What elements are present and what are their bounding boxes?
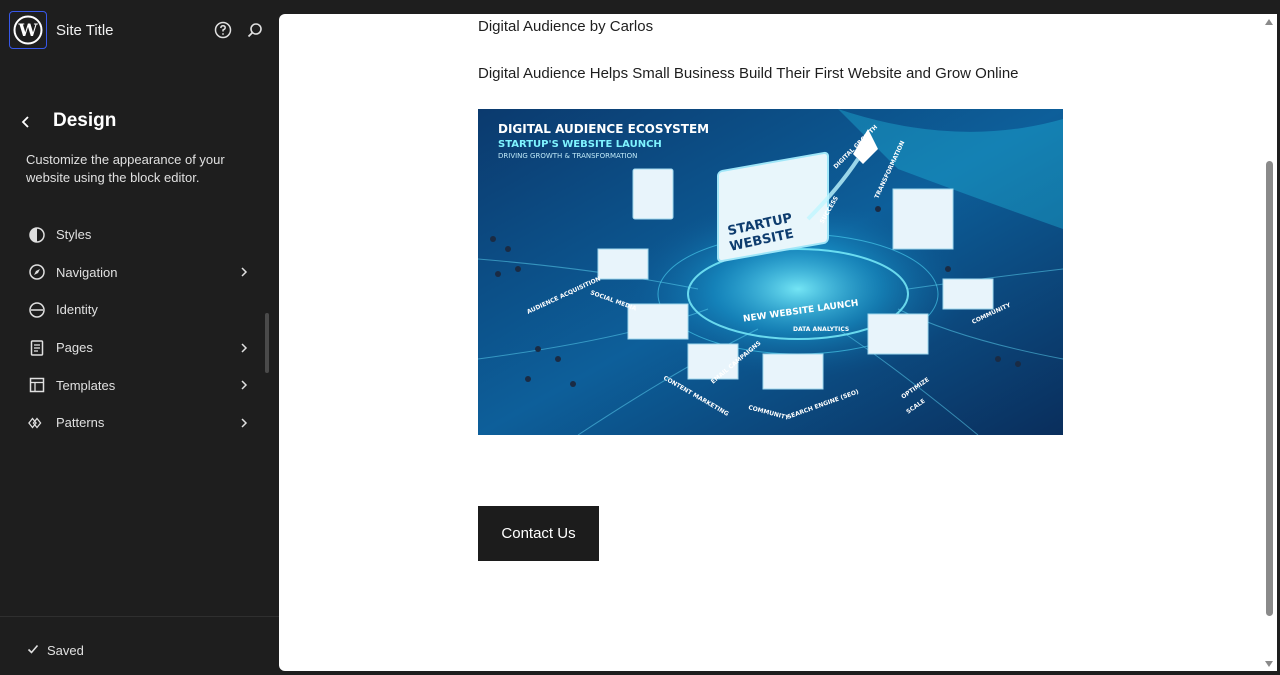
nav-item-templates[interactable]: Templates	[0, 366, 279, 404]
svg-text:DRIVING GROWTH & TRANSFORMATIO: DRIVING GROWTH & TRANSFORMATION	[498, 152, 637, 160]
nav-item-label: Pages	[56, 340, 93, 356]
navigation-icon	[28, 263, 46, 281]
back-button[interactable]	[16, 112, 36, 132]
pages-icon	[28, 339, 46, 357]
patterns-icon	[28, 414, 46, 432]
panel-title: Design	[53, 110, 117, 131]
scroll-down-icon[interactable]	[1265, 661, 1273, 667]
design-nav-list: Styles Navigation Identity Pages Templat…	[0, 216, 279, 442]
canvas-scrollbar[interactable]	[1262, 14, 1277, 671]
hero-image[interactable]: STARTUP WEBSITE NEW WEBSITE LAUNCH DIGIT…	[478, 109, 1063, 435]
tagline-paragraph[interactable]: Digital Audience Helps Small Business Bu…	[478, 65, 1019, 82]
panel-description: Customize the appearance of your website…	[26, 152, 225, 185]
identity-icon	[28, 301, 46, 319]
byline-paragraph[interactable]: Digital Audience by Carlos	[478, 18, 653, 35]
sidebar: W Site Title Design Customize the appear…	[0, 0, 279, 675]
nav-item-label: Navigation	[56, 264, 118, 280]
wordpress-logo-icon[interactable]: W	[9, 11, 47, 49]
check-icon	[27, 643, 39, 658]
svg-text:DATA ANALYTICS: DATA ANALYTICS	[793, 326, 849, 333]
sidebar-scrollbar[interactable]	[265, 313, 269, 373]
nav-item-label: Templates	[56, 377, 116, 393]
nav-item-label: Patterns	[56, 415, 105, 431]
contact-us-button[interactable]: Contact Us	[478, 506, 599, 561]
chevron-right-icon	[238, 379, 250, 391]
save-status: Saved	[27, 643, 84, 658]
templates-icon	[28, 376, 46, 394]
scroll-up-icon[interactable]	[1265, 19, 1273, 25]
site-title[interactable]: Site Title	[56, 22, 114, 39]
editor-canvas[interactable]: Digital Audience by Carlos Digital Audie…	[279, 14, 1277, 671]
save-status-label: Saved	[47, 643, 84, 658]
chevron-right-icon	[238, 417, 250, 429]
chevron-right-icon	[238, 266, 250, 278]
nav-item-styles[interactable]: Styles	[0, 216, 279, 254]
chevron-right-icon	[238, 342, 250, 354]
help-icon[interactable]	[213, 20, 233, 40]
nav-item-label: Styles	[56, 227, 92, 243]
nav-item-label: Identity	[56, 302, 98, 318]
nav-item-patterns[interactable]: Patterns	[0, 404, 279, 442]
nav-item-navigation[interactable]: Navigation	[0, 254, 279, 292]
nav-item-pages[interactable]: Pages	[0, 329, 279, 367]
search-icon[interactable]	[245, 20, 265, 40]
styles-icon	[28, 226, 46, 244]
scrollbar-thumb[interactable]	[1266, 161, 1273, 616]
svg-text:W: W	[17, 21, 38, 41]
svg-text:DIGITAL AUDIENCE ECOSYSTEM: DIGITAL AUDIENCE ECOSYSTEM	[498, 122, 709, 136]
footer-divider	[0, 616, 279, 617]
nav-item-identity[interactable]: Identity	[0, 291, 279, 329]
svg-text:STARTUP'S WEBSITE LAUNCH: STARTUP'S WEBSITE LAUNCH	[498, 139, 662, 150]
